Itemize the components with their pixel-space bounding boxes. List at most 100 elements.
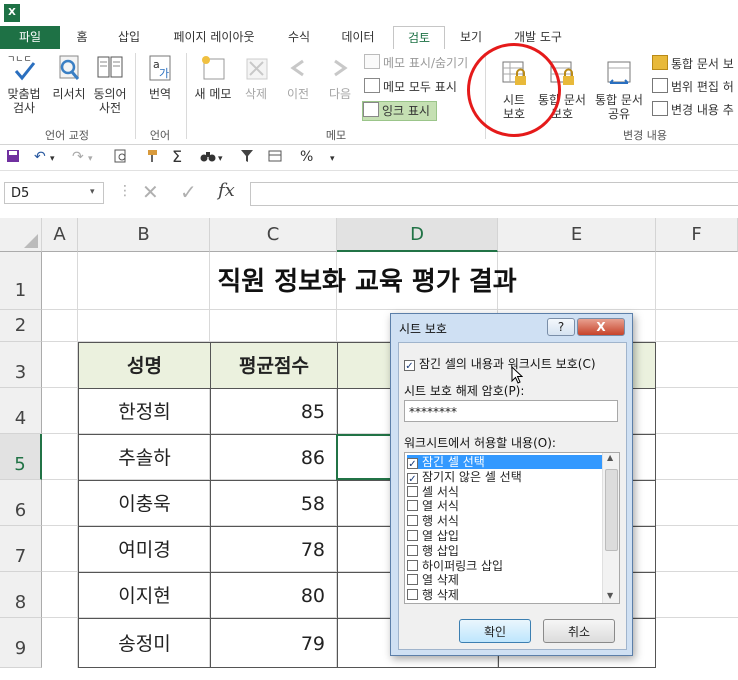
name-cell[interactable]: 송정미: [78, 618, 211, 668]
name-cell[interactable]: 이충욱: [78, 480, 211, 527]
undo-dropdown-icon[interactable]: ▾: [50, 154, 55, 164]
tab-home[interactable]: 홈: [66, 26, 98, 49]
cancel-formula-icon[interactable]: ✕: [142, 180, 159, 204]
find-icon[interactable]: [200, 149, 216, 167]
allow-edit-ranges-button[interactable]: 범위 편집 허: [652, 78, 734, 96]
new-comment-button[interactable]: 새 메모: [190, 53, 236, 101]
protect-contents-checkbox[interactable]: ✓ 잠긴 셀의 내용과 워크시트 보호(C): [404, 355, 596, 372]
column-header-f[interactable]: F: [656, 218, 738, 252]
name-cell[interactable]: 이지현: [78, 572, 211, 619]
permission-option[interactable]: 열 서식: [407, 499, 603, 513]
score-cell[interactable]: 80: [210, 572, 338, 619]
select-all-corner[interactable]: [0, 218, 42, 252]
name-box-dropdown-icon[interactable]: ▾: [90, 187, 95, 197]
permission-option[interactable]: 행 삭제: [407, 588, 603, 602]
tab-data[interactable]: 데이터: [332, 26, 384, 49]
checkbox-unchecked-icon[interactable]: [407, 559, 418, 571]
column-header-e[interactable]: E: [498, 218, 656, 252]
row-header-7[interactable]: 7: [0, 526, 42, 572]
checkbox-unchecked-icon[interactable]: [407, 544, 418, 556]
name-cell[interactable]: 여미경: [78, 526, 211, 573]
ok-button[interactable]: 확인: [459, 619, 531, 643]
tab-view[interactable]: 보기: [452, 26, 490, 49]
permission-option[interactable]: 행 삽입: [407, 544, 603, 558]
row-header-3[interactable]: 3: [0, 342, 42, 388]
insert-function-icon[interactable]: fx: [218, 180, 235, 201]
previous-comment-button[interactable]: 이전: [278, 53, 318, 101]
column-header-d[interactable]: D: [337, 218, 498, 252]
checkbox-unchecked-icon[interactable]: [407, 530, 418, 541]
show-all-comments-button[interactable]: 메모 모두 표시: [364, 78, 457, 96]
score-cell[interactable]: 86: [210, 434, 338, 481]
show-hide-comment-button[interactable]: 메모 표시/숨기기: [364, 54, 468, 72]
tab-page-layout[interactable]: 페이지 레이아웃: [160, 26, 268, 49]
row-header-2[interactable]: 2: [0, 310, 42, 342]
score-cell[interactable]: 58: [210, 480, 338, 527]
scroll-down-icon[interactable]: ▼: [607, 591, 613, 600]
translate-button[interactable]: a가 번역: [140, 53, 180, 101]
row-header-6[interactable]: 6: [0, 480, 42, 526]
header-name-cell[interactable]: 성명: [78, 342, 211, 389]
checkbox-unchecked-icon[interactable]: [407, 574, 418, 586]
qat-customize-icon[interactable]: ▾: [330, 154, 335, 164]
row-header-5[interactable]: 5: [0, 434, 42, 480]
print-preview-icon[interactable]: [114, 149, 128, 167]
header-score-cell[interactable]: 평균점수: [210, 342, 338, 389]
tab-file[interactable]: 파일: [0, 26, 60, 49]
name-cell[interactable]: 추솔하: [78, 434, 211, 481]
permission-option[interactable]: 행 서식: [407, 514, 603, 528]
permission-list[interactable]: ✓ 잠긴 셀 선택 ✓ 잠기지 않은 셀 선택 셀 서식 열 서식 행 서식 열 삽입 행 삽입…: [404, 452, 620, 604]
permission-option[interactable]: 열 삭제: [407, 573, 603, 587]
sort-icon[interactable]: [268, 149, 282, 167]
dialog-close-button[interactable]: X: [577, 318, 625, 336]
scroll-up-icon[interactable]: ▲: [607, 453, 613, 462]
cancel-button[interactable]: 취소: [543, 619, 615, 643]
score-cell[interactable]: 85: [210, 388, 338, 435]
next-comment-button[interactable]: 다음: [320, 53, 360, 101]
save-icon[interactable]: [6, 149, 20, 167]
checkbox-checked-icon[interactable]: ✓: [407, 472, 418, 485]
checkbox-unchecked-icon[interactable]: [407, 500, 418, 512]
filter-icon[interactable]: [240, 149, 254, 167]
format-painter-icon[interactable]: [144, 149, 158, 167]
thesaurus-button[interactable]: 동의어 사전: [90, 53, 130, 115]
score-cell[interactable]: 78: [210, 526, 338, 573]
research-button[interactable]: 리서치: [46, 53, 92, 101]
permission-option[interactable]: ✓ 잠긴 셀 선택: [407, 455, 603, 470]
confirm-formula-icon[interactable]: ✓: [180, 180, 197, 204]
checkbox-unchecked-icon[interactable]: [407, 589, 418, 601]
password-input[interactable]: ********: [404, 400, 618, 422]
protect-share-workbook-button[interactable]: 통합 문서 보: [652, 55, 734, 73]
permission-option[interactable]: 열 삽입: [407, 529, 603, 543]
row-header-1[interactable]: 1: [0, 252, 42, 310]
find-dropdown-icon[interactable]: ▾: [218, 154, 223, 164]
permission-option[interactable]: 셀 서식: [407, 485, 603, 499]
permission-option[interactable]: ✓ 잠기지 않은 셀 선택: [407, 470, 603, 485]
name-cell[interactable]: 한정희: [78, 388, 211, 435]
column-header-a[interactable]: A: [42, 218, 78, 252]
delete-comment-button[interactable]: 삭제: [236, 53, 276, 101]
checkbox-unchecked-icon[interactable]: [407, 515, 418, 527]
list-scrollbar[interactable]: ▲ ▼: [602, 453, 619, 603]
score-cell[interactable]: 79: [210, 618, 338, 668]
share-workbook-button[interactable]: 통합 문서 공유: [590, 59, 648, 121]
column-header-c[interactable]: C: [210, 218, 337, 252]
dialog-help-button[interactable]: ?: [547, 318, 575, 336]
tab-review[interactable]: 검토: [393, 26, 445, 51]
scroll-thumb[interactable]: [605, 469, 618, 551]
row-header-4[interactable]: 4: [0, 388, 42, 434]
permission-option[interactable]: 하이퍼링크 삽입: [407, 559, 603, 573]
redo-dropdown-icon[interactable]: ▾: [88, 154, 93, 164]
name-box[interactable]: D5: [4, 182, 104, 204]
checkbox-checked-icon[interactable]: ✓: [407, 458, 418, 470]
track-changes-button[interactable]: 변경 내용 추: [652, 101, 734, 119]
undo-icon[interactable]: ↶: [34, 149, 46, 165]
column-header-b[interactable]: B: [78, 218, 210, 252]
row-header-8[interactable]: 8: [0, 572, 42, 618]
tab-formulas[interactable]: 수식: [278, 26, 320, 49]
row-header-9[interactable]: 9: [0, 618, 42, 668]
formula-input[interactable]: [250, 182, 738, 206]
sum-icon[interactable]: Σ: [172, 147, 182, 166]
tab-insert[interactable]: 삽입: [108, 26, 150, 49]
redo-icon[interactable]: ↷: [72, 149, 84, 165]
